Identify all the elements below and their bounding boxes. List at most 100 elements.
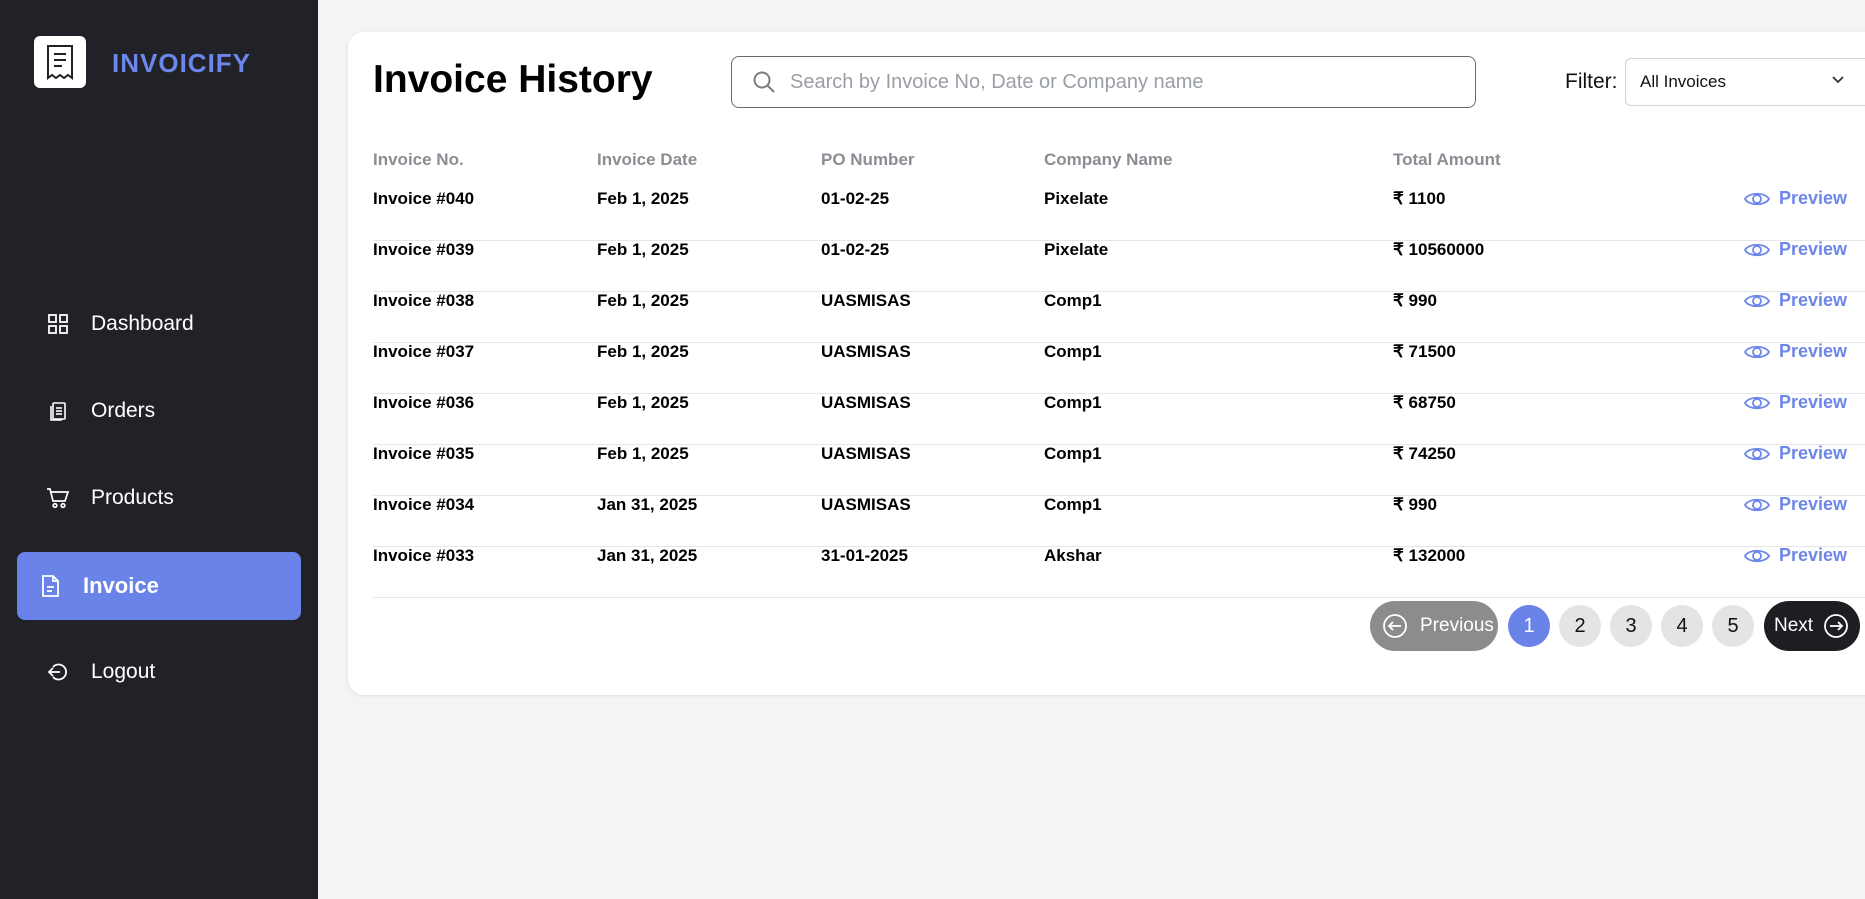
preview-button[interactable]: Preview xyxy=(1743,239,1847,260)
cell-po-number: UASMISAS xyxy=(821,393,911,412)
preview-button[interactable]: Preview xyxy=(1743,341,1847,362)
eye-icon xyxy=(1743,546,1771,566)
cell-invoice-no: Invoice #039 xyxy=(373,240,475,259)
sidebar-item-invoice[interactable]: Invoice xyxy=(17,552,301,620)
cell-invoice-date: Feb 1, 2025 xyxy=(597,393,689,412)
cell-invoice-date: Feb 1, 2025 xyxy=(597,291,689,310)
sidebar-item-label: Products xyxy=(91,486,174,509)
preview-label: Preview xyxy=(1779,239,1848,259)
document-icon xyxy=(37,573,63,599)
arrow-right-circle-icon xyxy=(1823,613,1849,639)
grid-icon xyxy=(45,311,71,337)
cell-invoice-no: Invoice #033 xyxy=(373,546,475,565)
preview-button[interactable]: Preview xyxy=(1743,494,1847,515)
cell-total-amount: ₹ 990 xyxy=(1393,495,1437,514)
cell-company-name: Pixelate xyxy=(1044,240,1109,259)
cell-po-number: UASMISAS xyxy=(821,495,911,514)
cell-company-name: Comp1 xyxy=(1044,291,1102,310)
table-row: Invoice #037 Feb 1, 2025 UASMISAS Comp1 ₹ 71… xyxy=(373,341,1865,394)
search-input[interactable] xyxy=(790,70,1430,94)
cell-invoice-no: Invoice #036 xyxy=(373,393,475,412)
cell-invoice-date: Feb 1, 2025 xyxy=(597,189,689,208)
cell-invoice-date: Feb 1, 2025 xyxy=(597,240,689,259)
page-button-2[interactable]: 2 xyxy=(1559,605,1601,647)
receipt-icon xyxy=(34,36,86,88)
sidebar-item-dashboard[interactable]: Dashboard xyxy=(17,290,301,358)
cell-total-amount: ₹ 1100 xyxy=(1393,189,1446,208)
brand-name: INVOICIFY xyxy=(112,48,252,78)
cell-invoice-date: Feb 1, 2025 xyxy=(597,444,689,463)
cell-invoice-date: Jan 31, 2025 xyxy=(597,546,698,565)
preview-label: Preview xyxy=(1779,494,1848,514)
search-icon xyxy=(752,70,776,94)
table-row: Invoice #035 Feb 1, 2025 UASMISAS Comp1 ₹ 74… xyxy=(373,443,1865,496)
preview-label: Preview xyxy=(1779,545,1848,565)
column-header-invoice-date: Invoice Date xyxy=(597,150,698,169)
sidebar-item-orders[interactable]: Orders xyxy=(17,377,301,445)
cell-total-amount: ₹ 68750 xyxy=(1393,393,1456,412)
search-box[interactable] xyxy=(731,56,1476,108)
eye-icon xyxy=(1743,240,1771,260)
cell-company-name: Pixelate xyxy=(1044,189,1109,208)
filter-selected-value: All Invoices xyxy=(1640,72,1726,91)
filter-select[interactable]: All Invoices xyxy=(1625,58,1865,106)
preview-label: Preview xyxy=(1779,392,1848,412)
chevron-down-icon xyxy=(1831,75,1845,85)
sidebar-item-logout[interactable]: Logout xyxy=(17,638,301,706)
cell-invoice-date: Jan 31, 2025 xyxy=(597,495,698,514)
preview-label: Preview xyxy=(1779,443,1848,463)
page-button-5[interactable]: 5 xyxy=(1712,605,1754,647)
cell-invoice-no: Invoice #040 xyxy=(373,189,475,208)
cell-total-amount: ₹ 132000 xyxy=(1393,546,1466,565)
clipboard-icon xyxy=(45,398,71,424)
preview-button[interactable]: Preview xyxy=(1743,188,1847,209)
cell-po-number: 01-02-25 xyxy=(821,189,890,208)
sidebar-item-products[interactable]: Products xyxy=(17,464,301,532)
next-page-button[interactable]: Next xyxy=(1764,601,1860,651)
page-button-1[interactable]: 1 xyxy=(1508,605,1550,647)
cell-po-number: 31-01-2025 xyxy=(821,546,908,565)
eye-icon xyxy=(1743,291,1771,311)
cell-invoice-no: Invoice #035 xyxy=(373,444,475,463)
preview-label: Preview xyxy=(1779,290,1848,310)
preview-button[interactable]: Preview xyxy=(1743,443,1847,464)
cell-total-amount: ₹ 71500 xyxy=(1393,342,1456,361)
eye-icon xyxy=(1743,342,1771,362)
column-header-invoice-no: Invoice No. xyxy=(373,150,464,169)
page-button-4[interactable]: 4 xyxy=(1661,605,1703,647)
logout-icon xyxy=(45,659,71,685)
preview-button[interactable]: Preview xyxy=(1743,545,1847,566)
cell-po-number: 01-02-25 xyxy=(821,240,890,259)
preview-label: Preview xyxy=(1779,341,1848,361)
next-label: Next xyxy=(1774,615,1814,636)
cell-company-name: Comp1 xyxy=(1044,342,1102,361)
eye-icon xyxy=(1743,444,1771,464)
table-row: Invoice #034 Jan 31, 2025 UASMISAS Comp1 ₹ 9… xyxy=(373,494,1865,547)
column-header-po-number: PO Number xyxy=(821,150,915,169)
column-header-company-name: Company Name xyxy=(1044,150,1173,169)
preview-button[interactable]: Preview xyxy=(1743,290,1847,311)
table-row: Invoice #033 Jan 31, 2025 31-01-2025 Akshar… xyxy=(373,545,1865,598)
table-row: Invoice #039 Feb 1, 2025 01-02-25 Pixelate ₹… xyxy=(373,239,1865,292)
sidebar-item-label: Dashboard xyxy=(91,312,194,335)
sidebar: INVOICIFY Dashboard Orders Products Invo… xyxy=(0,0,318,899)
sidebar-item-label: Invoice xyxy=(83,573,159,598)
cell-company-name: Comp1 xyxy=(1044,393,1102,412)
table-row: Invoice #040 Feb 1, 2025 01-02-25 Pixelate ₹… xyxy=(373,188,1865,241)
cell-total-amount: ₹ 990 xyxy=(1393,291,1437,310)
table-row: Invoice #038 Feb 1, 2025 UASMISAS Comp1 ₹ 99… xyxy=(373,290,1865,343)
eye-icon xyxy=(1743,393,1771,413)
page-title: Invoice History xyxy=(373,58,653,101)
cell-invoice-no: Invoice #038 xyxy=(373,291,475,310)
preview-button[interactable]: Preview xyxy=(1743,392,1847,413)
filter-label: Filter: xyxy=(1565,70,1618,93)
cell-po-number: UASMISAS xyxy=(821,291,911,310)
cell-total-amount: ₹ 10560000 xyxy=(1393,240,1485,259)
sidebar-item-label: Logout xyxy=(91,660,156,683)
page-button-3[interactable]: 3 xyxy=(1610,605,1652,647)
cell-company-name: Comp1 xyxy=(1044,444,1102,463)
cell-invoice-no: Invoice #034 xyxy=(373,495,475,514)
cart-icon xyxy=(45,485,71,511)
previous-page-button[interactable]: Previous xyxy=(1370,601,1498,651)
eye-icon xyxy=(1743,189,1771,209)
